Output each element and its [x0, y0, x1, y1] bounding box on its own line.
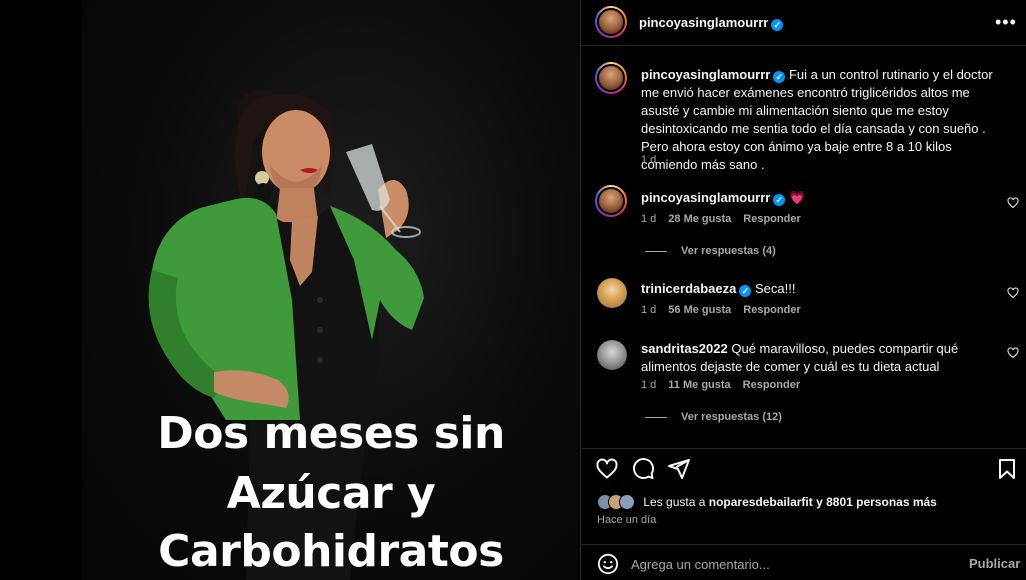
- share-paper-plane-icon[interactable]: [667, 457, 691, 481]
- comment-like-heart-icon[interactable]: [1007, 197, 1019, 209]
- comment-bubble-icon[interactable]: [631, 457, 655, 481]
- view-replies-button[interactable]: Ver respuestas (4): [645, 245, 776, 257]
- caption-time: 1 d: [641, 154, 657, 166]
- liker-avatar: [619, 494, 635, 510]
- comment-meta: 1 d 28 Me gusta Responder: [641, 213, 813, 225]
- caption-username[interactable]: pincoyasinglamourrr: [641, 67, 770, 82]
- verified-badge-icon: ✓: [773, 194, 786, 206]
- reply-button[interactable]: Responder: [743, 213, 800, 225]
- caption: pincoyasinglamourrr ✓ Fui a un control ru…: [641, 66, 1003, 174]
- comment-like-heart-icon[interactable]: [1007, 287, 1019, 299]
- comment-time: 1 d: [641, 304, 657, 316]
- comment-username[interactable]: sandritas2022: [641, 341, 728, 356]
- more-horizontal-icon[interactable]: •••: [995, 12, 1016, 32]
- caption-avatar[interactable]: [595, 62, 627, 94]
- likes-summary: Les gusta a noparesdebailarfit y 8801 pe…: [597, 494, 937, 510]
- verified-badge-icon: ✓: [771, 19, 784, 31]
- comment-text: 💗: [788, 190, 806, 205]
- overlay-text-line-3: Carbohidratos: [158, 526, 504, 577]
- comment-item: trinicerdabaeza ✓ Seca!!!: [641, 280, 971, 298]
- overlay-text-line-1: Dos meses sin: [157, 408, 505, 459]
- overlay-text-line-2: Azúcar y: [226, 468, 436, 519]
- reply-button[interactable]: Responder: [743, 304, 800, 316]
- post-details-panel: pincoyasinglamourrr ✓ ••• pincoyasinglamo…: [580, 0, 1026, 580]
- post-media[interactable]: Dos meses sin Azúcar y Carbohidratos: [0, 0, 580, 580]
- comment-likes[interactable]: 56 Me gusta: [668, 304, 731, 316]
- emoji-icon[interactable]: [597, 553, 619, 575]
- comment-avatar[interactable]: [597, 340, 627, 370]
- comment-text: Seca!!!: [755, 281, 796, 296]
- comment-input[interactable]: [631, 553, 951, 575]
- publish-button[interactable]: Publicar: [969, 556, 1020, 571]
- comment-time: 1 d: [641, 213, 657, 225]
- post-actions-bar: [581, 448, 1026, 488]
- add-comment-bar: Publicar: [581, 544, 1026, 580]
- comment-username[interactable]: pincoyasinglamourrr: [641, 190, 770, 205]
- comment-likes[interactable]: 28 Me gusta: [668, 213, 731, 225]
- comment-time: 1 d: [641, 379, 657, 391]
- post-header: pincoyasinglamourrr ✓ •••: [581, 0, 1026, 46]
- comment-avatar[interactable]: [595, 185, 627, 217]
- comment-like-heart-icon[interactable]: [1007, 347, 1019, 359]
- likes-text[interactable]: Les gusta a noparesdebailarfit y 8801 pe…: [643, 495, 937, 509]
- like-heart-icon[interactable]: [595, 457, 619, 481]
- likes-user: noparesdebailarfit: [708, 495, 813, 509]
- comment-avatar[interactable]: [597, 278, 627, 308]
- comment-item: pincoyasinglamourrr ✓ 💗: [641, 189, 971, 207]
- save-bookmark-icon[interactable]: [995, 457, 1019, 481]
- author-avatar[interactable]: [595, 6, 627, 38]
- comment-likes[interactable]: 11 Me gusta: [668, 379, 730, 391]
- caption-meta: 1 d: [641, 154, 668, 166]
- comment-username[interactable]: trinicerdabaeza: [641, 281, 736, 296]
- post-timestamp[interactable]: Hace un día: [597, 514, 656, 526]
- verified-badge-icon: ✓: [739, 285, 752, 297]
- reply-button[interactable]: Responder: [743, 379, 800, 391]
- comment-meta: 1 d 56 Me gusta Responder: [641, 304, 813, 316]
- comment-meta: 1 d 11 Me gusta Responder: [641, 379, 812, 391]
- caption-text: Fui a un control rutinario y el doctor m…: [641, 67, 993, 172]
- verified-badge-icon: ✓: [773, 71, 786, 83]
- author-username[interactable]: pincoyasinglamourrr ✓: [639, 15, 784, 31]
- comment-item: sandritas2022 Qué maravilloso, puedes co…: [641, 340, 981, 376]
- view-replies-button[interactable]: Ver respuestas (12): [645, 411, 782, 423]
